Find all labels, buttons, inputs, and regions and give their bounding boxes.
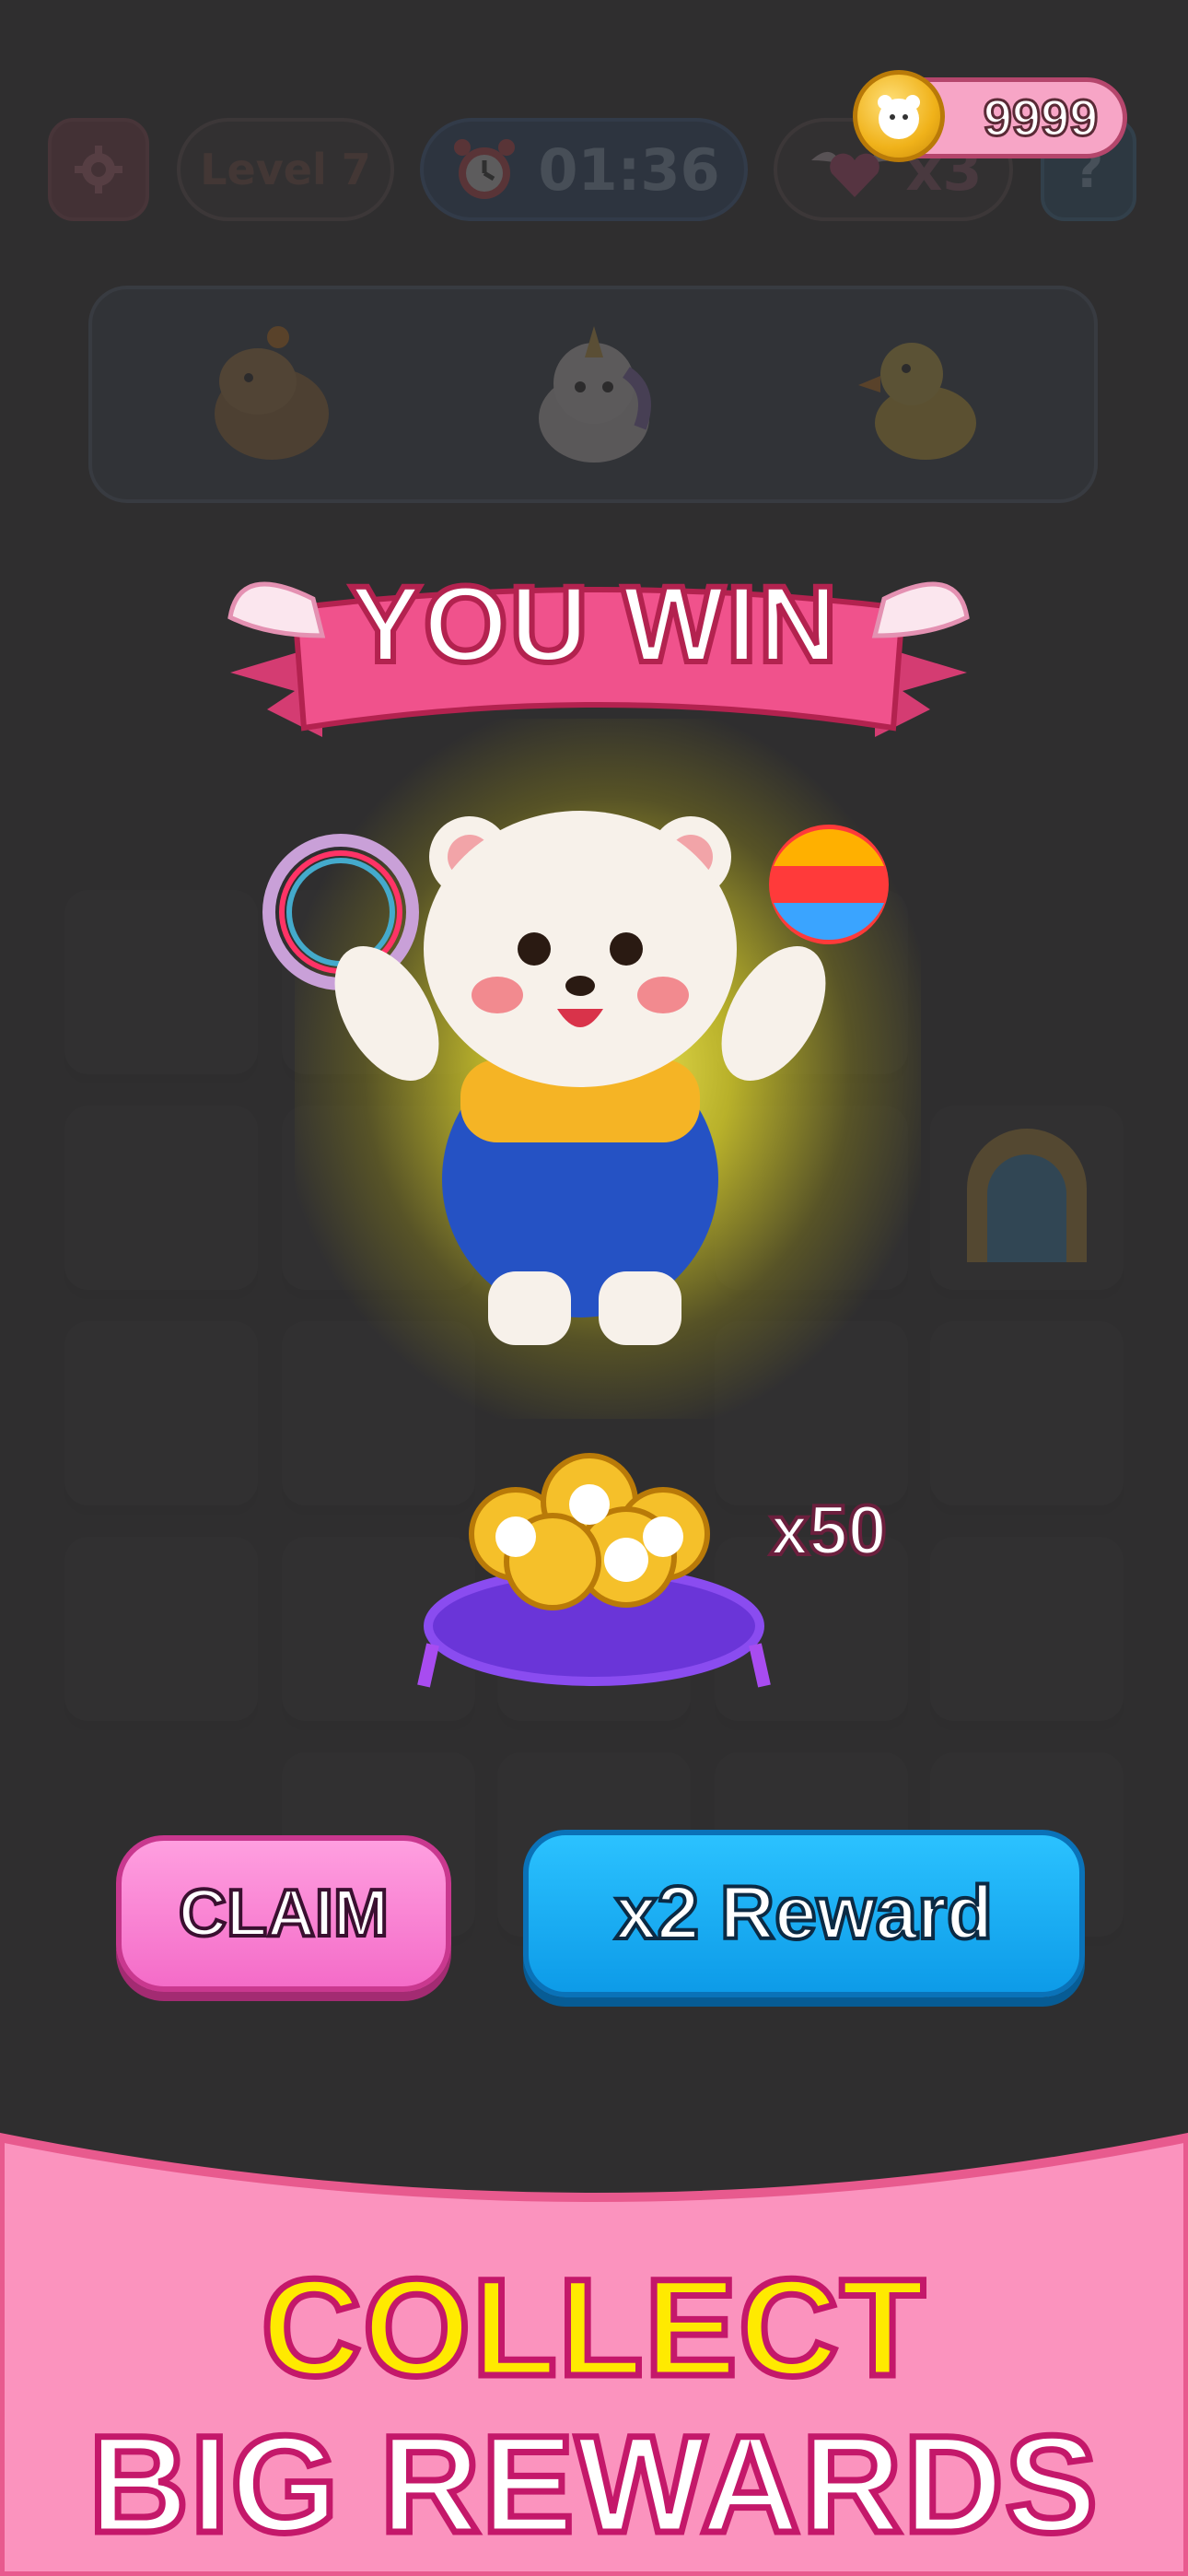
bear-mascot-icon [262,811,889,1345]
timer-value: 01:36 [538,135,720,204]
gear-icon [75,146,122,193]
portal-door-icon [967,1129,1087,1262]
board-tile [64,1537,258,1730]
board-tile [64,1106,258,1299]
promo-subheadline: BIG REWARDS [86,2404,1101,2565]
board-tile-portal [930,1106,1124,1299]
timer: 01:36 [420,118,748,221]
coin-pile-reward-icon [417,1453,771,1688]
duck-icon [838,317,995,474]
unicorn-icon [516,317,672,474]
level-indicator: Level 7 [177,118,394,221]
win-title: YOU WIN [346,561,840,688]
reward-count: x50 [768,1490,889,1572]
board-tile [930,1321,1124,1515]
settings-button[interactable] [48,118,149,221]
promo-headline: COLLECT [258,2247,927,2408]
alarm-clock-icon [454,139,516,199]
coin-count: 9999 [982,88,1100,148]
board-tile [64,890,258,1083]
target-panel [88,286,1098,503]
board-tile [64,1321,258,1515]
board-tile [930,1537,1124,1730]
bear-coin-icon [853,70,945,162]
claim-button[interactable]: CLAIM [116,1835,451,1992]
capybara-icon [193,317,350,474]
x2-reward-button[interactable]: x2 Reward [523,1830,1085,1997]
